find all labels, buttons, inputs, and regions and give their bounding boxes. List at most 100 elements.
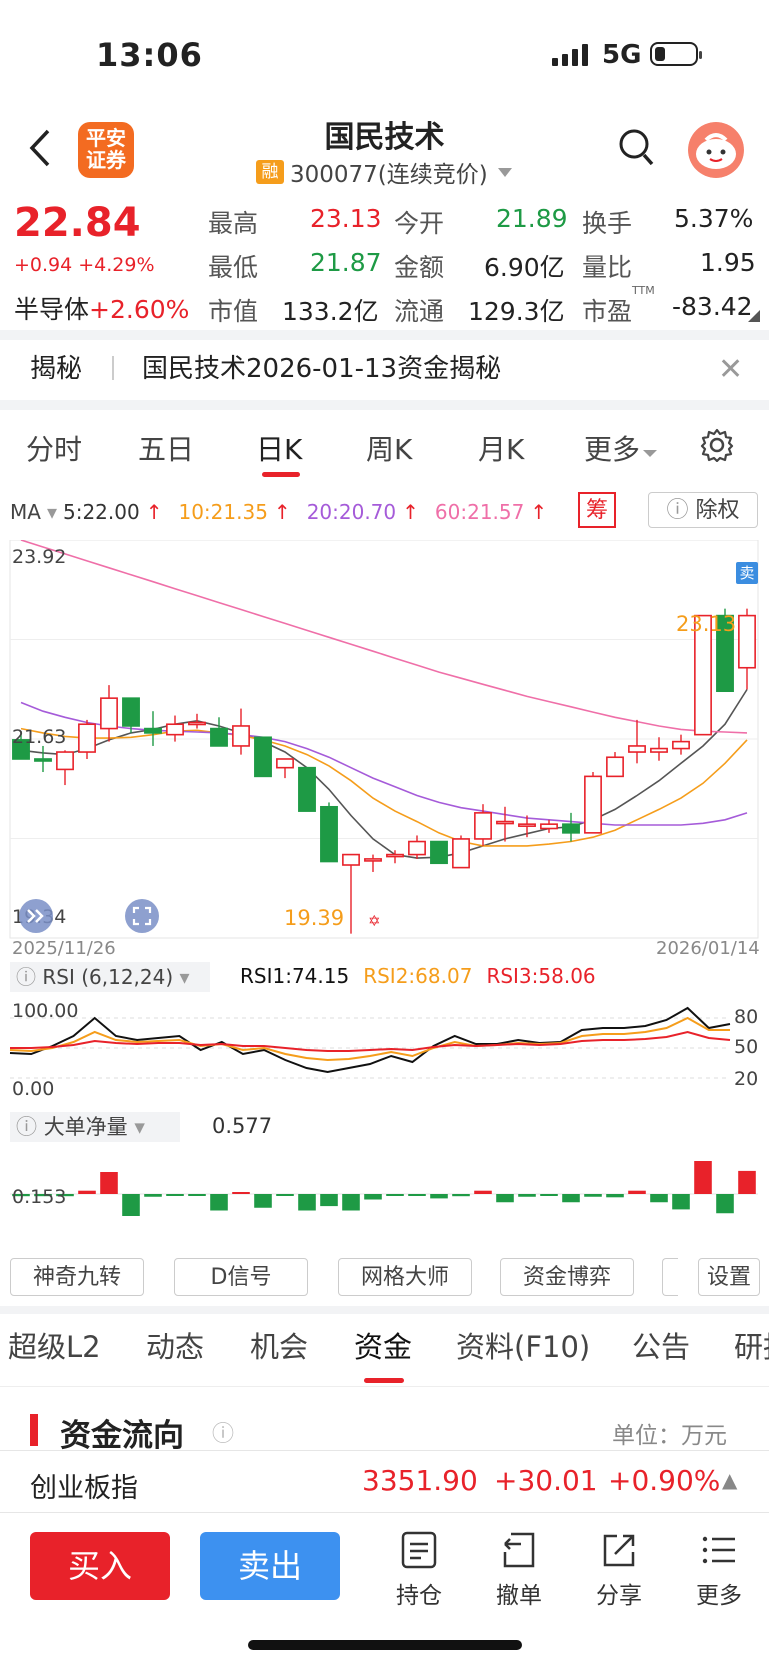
- sell-button[interactable]: 卖出: [200, 1532, 340, 1600]
- x-axis-start-date: 2025/11/26: [12, 938, 116, 959]
- y-axis-mid-label: 21.63: [12, 726, 67, 748]
- event-marker-icon[interactable]: ✡: [368, 912, 381, 930]
- sell-signal-badge[interactable]: 卖: [736, 562, 758, 584]
- candle-body: [100, 697, 118, 730]
- price-change: +0.94 +4.29%: [14, 254, 155, 276]
- tab-daily-k[interactable]: 日K: [256, 428, 302, 468]
- fullscreen-icon[interactable]: [124, 898, 160, 934]
- row-divider: [0, 1512, 769, 1513]
- candle-body: [650, 747, 668, 753]
- chip-distribution-button[interactable]: 筹: [578, 492, 616, 528]
- tool-grid-master[interactable]: 网格大师: [338, 1258, 472, 1296]
- tab-intraday[interactable]: 分时: [26, 428, 82, 468]
- sector-name: 半导体: [14, 295, 90, 324]
- tab-dynamics[interactable]: 动态: [146, 1324, 204, 1366]
- corner-indicator-icon: [748, 310, 760, 322]
- rsi-values: RSI1:74.15 RSI2:68.07 RSI3:58.06: [240, 964, 596, 988]
- positions-button[interactable]: 持仓: [384, 1528, 454, 1610]
- outflow-bar: [672, 1194, 690, 1210]
- candle-body: [386, 853, 404, 858]
- cancel-order-icon: [503, 1532, 535, 1568]
- tab-super-l2[interactable]: 超级L2: [8, 1324, 101, 1366]
- assistant-avatar-icon[interactable]: [688, 122, 744, 178]
- candle-body: [56, 751, 74, 771]
- tab-weekly-k[interactable]: 周K: [366, 428, 412, 468]
- rsi-indicator-selector[interactable]: ⓘ RSI (6,12,24) ▾: [10, 962, 210, 992]
- candle-body: [320, 805, 338, 863]
- big-order-axis-label: 0.153: [12, 1186, 67, 1208]
- outflow-bar: [452, 1194, 470, 1197]
- tab-announcements[interactable]: 公告: [632, 1324, 690, 1366]
- index-name[interactable]: 创业板指: [30, 1466, 138, 1505]
- buy-button[interactable]: 买入: [30, 1532, 170, 1600]
- ma-legend: MA ▾ 5:22.00 ↑ 10:21.35 ↑ 20:20.70 ↑ 60:21.5…: [10, 500, 547, 524]
- sector-link[interactable]: 半导体+2.60%: [14, 290, 189, 326]
- candle-down: [298, 766, 316, 812]
- tool-magic-nine[interactable]: 神奇九转: [10, 1258, 144, 1296]
- quote-value-volume-ratio: 1.95: [700, 248, 756, 277]
- dropdown-arrow-icon: ▾: [173, 965, 190, 989]
- outflow-bar: [716, 1194, 734, 1214]
- notice-text[interactable]: 国民技术2026-01-13资金揭秘: [142, 348, 501, 385]
- positions-icon: [401, 1531, 437, 1569]
- expand-arrows-icon[interactable]: [18, 898, 54, 934]
- rsi-level-80: 80: [734, 1006, 759, 1028]
- candle-body: [562, 823, 580, 834]
- stock-code-selector[interactable]: 融 300077(连续竞价): [256, 155, 514, 189]
- tab-f10[interactable]: 资料(F10): [456, 1324, 590, 1366]
- index-percent: +0.90%: [608, 1464, 721, 1497]
- tab-funds[interactable]: 资金: [354, 1324, 412, 1366]
- rsi-axis-top: 100.00: [12, 1000, 79, 1022]
- network-type: 5G: [602, 40, 642, 70]
- candle-body: [78, 723, 96, 753]
- quote-value-float-cap: 129.3亿: [468, 297, 565, 326]
- candle-body: [540, 823, 558, 830]
- index-value: 3351.90: [362, 1464, 478, 1497]
- ma-dropdown-icon[interactable]: ▾: [47, 500, 57, 524]
- outflow-bar: [606, 1194, 624, 1198]
- collapse-arrow-icon[interactable]: ▲: [722, 1468, 737, 1492]
- max-price-label: 23.13: [676, 612, 737, 636]
- tab-monthly-k[interactable]: 月K: [478, 428, 524, 468]
- ma-label[interactable]: MA: [10, 500, 41, 524]
- more-button[interactable]: 更多: [684, 1528, 754, 1610]
- rsi-label: RSI (6,12,24): [42, 965, 174, 989]
- tab-opportunity[interactable]: 机会: [250, 1324, 308, 1366]
- candle-body: [166, 723, 184, 736]
- candle-up: [56, 750, 74, 786]
- tool-fund-game[interactable]: 资金博弈: [500, 1258, 634, 1296]
- close-icon[interactable]: ✕: [718, 352, 743, 387]
- candle-up: [232, 708, 250, 755]
- quote-label-low: 最低: [208, 253, 259, 282]
- big-order-selector[interactable]: ⓘ 大单净量 ▾: [10, 1112, 180, 1142]
- candle-down: [562, 812, 580, 842]
- big-order-chart[interactable]: [0, 1142, 769, 1252]
- adjust-rights-button[interactable]: ⓘ 除权: [648, 492, 758, 528]
- tool-partial[interactable]: [662, 1258, 678, 1296]
- search-icon[interactable]: [618, 128, 656, 168]
- candlestick-chart[interactable]: [0, 540, 769, 960]
- tab-more[interactable]: 更多: [584, 428, 658, 468]
- candle-body: [254, 736, 272, 778]
- tab-divider: [0, 1386, 769, 1387]
- candle-up: [628, 719, 646, 764]
- tab-research[interactable]: 研报: [734, 1324, 769, 1366]
- quote-value-open: 21.89: [496, 204, 568, 233]
- gear-icon[interactable]: [700, 428, 734, 462]
- cancel-order-button[interactable]: 撤单: [484, 1528, 554, 1610]
- tab-five-day[interactable]: 五日: [138, 428, 194, 468]
- section-divider: [0, 330, 769, 340]
- candle-body: [584, 775, 602, 834]
- adjust-rights-label: 除权: [695, 498, 740, 523]
- tool-d-signal[interactable]: D信号: [174, 1258, 308, 1296]
- info-icon: ⓘ: [666, 498, 696, 523]
- rsi-chart[interactable]: [0, 992, 769, 1104]
- active-tab-indicator: [364, 1378, 404, 1383]
- candle-body: [408, 840, 426, 856]
- y-axis-top-label: 23.92: [12, 546, 67, 568]
- share-button[interactable]: 分享: [584, 1528, 654, 1610]
- info-icon: ⓘ: [16, 1115, 44, 1139]
- info-icon[interactable]: ⓘ: [212, 1416, 234, 1448]
- settings-button[interactable]: 设置: [698, 1258, 760, 1296]
- active-tab-indicator: [262, 472, 300, 477]
